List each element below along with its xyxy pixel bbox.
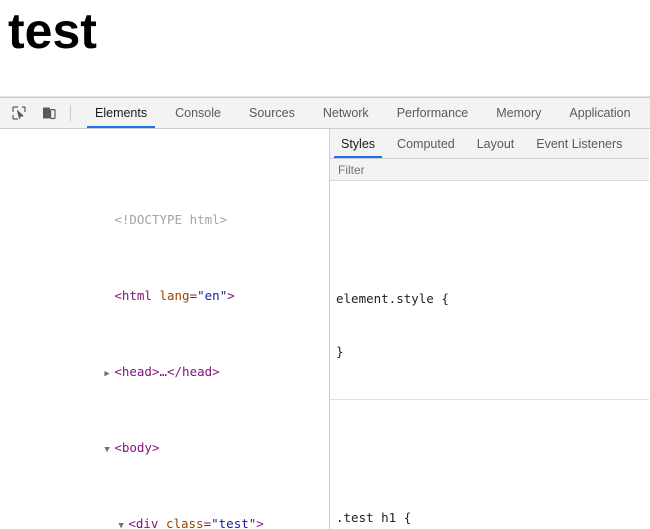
head-node-text: <head>…</head> (114, 364, 220, 379)
tab-computed[interactable]: Computed (386, 129, 466, 158)
tab-styles[interactable]: Styles (330, 129, 386, 158)
attr-name-class: class (165, 516, 204, 529)
tag-name-html: html (121, 288, 152, 303)
attr-value-class: test (218, 516, 249, 529)
tab-elements-label: Elements (95, 106, 148, 120)
tab-network-label: Network (322, 106, 369, 120)
attr-name-lang: lang (159, 288, 190, 303)
chevron-right-icon[interactable] (104, 365, 114, 384)
styles-tabbar: Styles Computed Layout Event Listeners (330, 129, 649, 159)
tab-sources[interactable]: Sources (235, 98, 309, 128)
inspect-cursor-icon[interactable] (8, 102, 30, 124)
equals: = (189, 288, 198, 303)
angle-close: > (256, 516, 264, 529)
tab-event-listeners[interactable]: Event Listeners (525, 129, 633, 158)
tab-memory-label: Memory (496, 106, 542, 120)
rule-close-brace: } (336, 343, 344, 359)
styles-pane: Styles Computed Layout Event Listeners F… (330, 129, 649, 529)
attr-value-lang: en (204, 288, 220, 303)
tab-performance[interactable]: Performance (383, 98, 483, 128)
styles-filter-bar (330, 159, 649, 181)
tab-application[interactable]: Application (555, 98, 644, 128)
device-toolbar-icon[interactable] (38, 102, 60, 124)
toolbar-separator (70, 105, 71, 121)
dom-row-head[interactable]: <head>…</head> (0, 343, 329, 379)
dom-row-body-open[interactable]: <body> (0, 419, 329, 455)
page-viewport: test (0, 0, 650, 97)
toolbar-icon-group (0, 98, 81, 128)
body-open-text: <body> (114, 440, 160, 455)
devtools-screenshot: test Elements Console Sources Network Pe… (0, 0, 650, 529)
tab-styles-label: Styles (341, 136, 376, 151)
styles-rules-list: element.style { } .test h1 { font-size: … (330, 181, 649, 529)
tab-performance-label: Performance (396, 106, 469, 120)
tab-memory[interactable]: Memory (482, 98, 555, 128)
tab-elements[interactable]: Elements (81, 98, 161, 128)
doctype-text: <!DOCTYPE html> (114, 212, 228, 227)
chevron-down-icon[interactable] (118, 517, 128, 529)
dom-tree-pane[interactable]: <!DOCTYPE html> <html lang="en"> <head>…… (0, 129, 330, 529)
dom-row-html-open[interactable]: <html lang="en"> (0, 267, 329, 303)
devtools-panel: Elements Console Sources Network Perform… (0, 97, 650, 529)
angle-open: < (128, 516, 136, 529)
devtools-tabs: Elements Console Sources Network Perform… (81, 98, 645, 128)
page-heading: test (8, 3, 97, 59)
quote-open: " (211, 516, 219, 529)
devtools-toolbar: Elements Console Sources Network Perform… (0, 98, 650, 129)
angle-close: > (227, 288, 235, 303)
dom-row-doctype[interactable]: <!DOCTYPE html> (0, 191, 329, 227)
dom-tree: <!DOCTYPE html> <html lang="en"> <head>…… (0, 129, 329, 529)
tab-sources-label: Sources (248, 106, 295, 120)
tab-application-label: Application (569, 106, 631, 120)
tab-layout[interactable]: Layout (466, 129, 526, 158)
angle-open: < (114, 288, 122, 303)
chevron-down-icon[interactable] (104, 441, 114, 460)
tag-name-div: div (135, 516, 159, 529)
quote-open: " (197, 288, 205, 303)
tab-layout-label: Layout (476, 136, 515, 151)
selector-element-style[interactable]: element.style { (336, 290, 649, 308)
tab-console-label: Console (175, 106, 221, 120)
dom-row-div-open[interactable]: <div class="test"> (0, 495, 329, 529)
rule-test-h1[interactable]: .test h1 { font-size: 50px; } (330, 470, 649, 529)
tab-console[interactable]: Console (161, 98, 235, 128)
tab-event-listeners-label: Event Listeners (536, 136, 623, 151)
tab-computed-label: Computed (397, 136, 455, 151)
devtools-panes: <!DOCTYPE html> <html lang="en"> <head>…… (0, 129, 650, 529)
rule-element-style[interactable]: element.style { } (330, 251, 649, 400)
tab-network[interactable]: Network (309, 98, 383, 128)
equals: = (203, 516, 212, 529)
selector-test-h1[interactable]: .test h1 { (336, 509, 649, 527)
filter-input[interactable] (338, 162, 558, 177)
